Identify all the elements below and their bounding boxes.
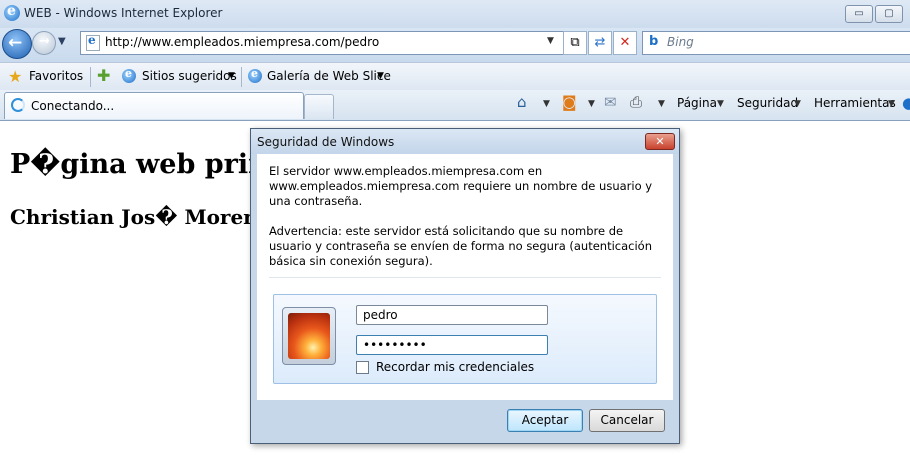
dialog-body: El servidor www.empleados.miempresa.com … [257, 154, 673, 400]
page-subheading: Christian Jos� Moreno [10, 205, 272, 229]
stop-icon[interactable]: ✕ [613, 31, 637, 55]
back-arrow-icon: ← [8, 33, 23, 53]
favorites-button[interactable]: Favoritos [29, 69, 83, 83]
minimize-button[interactable]: ▭ [845, 5, 873, 23]
chevron-down-icon[interactable]: ▼ [794, 99, 801, 109]
help-icon[interactable]: ● [902, 94, 910, 112]
internet-explorer-icon [4, 3, 20, 21]
accept-button[interactable]: Aceptar [507, 409, 583, 432]
tab-label: Conectando... [31, 99, 115, 113]
close-button[interactable]: ✕ [645, 133, 675, 150]
tab-command-bar: Conectando... ⌂ ▼ ◙ ▼ ✉ ⎙ ▼ Página ▼ Seg… [0, 90, 910, 121]
web-slice-gallery-button[interactable]: Galería de Web Slice [267, 69, 391, 83]
dialog-title-bar: Seguridad de Windows ✕ [251, 129, 679, 154]
favorites-bar: ★ Favoritos ✚ Sitios sugeridos ▼ Galería… [0, 62, 910, 91]
chevron-down-icon[interactable]: ▼ [377, 71, 384, 81]
back-button[interactable]: ← [2, 29, 32, 59]
favorites-star-icon[interactable]: ★ [8, 67, 22, 86]
search-input[interactable] [667, 33, 897, 51]
loading-icon [11, 98, 25, 112]
chevron-down-icon[interactable]: ▼ [228, 71, 235, 81]
chevron-down-icon[interactable]: ▼ [588, 99, 595, 109]
chevron-down-icon[interactable]: ▼ [543, 99, 550, 109]
navigation-bar: ← → ▼ e ▼ ⧉ ⇄ ✕ b [0, 28, 910, 62]
compatibility-view-icon[interactable]: ⧉ [563, 31, 587, 55]
page-heading: P�gina web princ [10, 149, 285, 180]
mail-icon[interactable]: ✉ [604, 93, 617, 111]
chevron-down-icon[interactable]: ▼ [658, 99, 665, 109]
flower-avatar-icon [288, 313, 330, 359]
chevron-down-icon[interactable]: ▼ [888, 99, 895, 109]
feeds-icon[interactable]: ◙ [562, 93, 577, 111]
search-box[interactable]: b [642, 31, 910, 55]
web-slice-icon [248, 67, 262, 83]
windows-security-dialog: Seguridad de Windows ✕ El servidor www.e… [250, 128, 680, 444]
address-bar[interactable]: e ▼ [80, 31, 564, 55]
dialog-title: Seguridad de Windows [257, 135, 395, 149]
cancel-button[interactable]: Cancelar [589, 409, 665, 432]
address-dropdown-icon[interactable]: ▼ [547, 36, 554, 46]
remember-credentials-checkbox[interactable] [356, 361, 369, 374]
print-icon[interactable]: ⎙ [630, 93, 642, 111]
divider [241, 67, 242, 87]
chevron-down-icon[interactable]: ▼ [717, 99, 724, 109]
address-input[interactable] [105, 33, 535, 51]
suggested-sites-button[interactable]: Sitios sugeridos [142, 69, 237, 83]
window-title: WEB - Windows Internet Explorer [24, 6, 223, 20]
password-field[interactable] [356, 335, 548, 355]
recent-pages-dropdown-icon[interactable]: ▼ [58, 36, 66, 47]
refresh-icon[interactable]: ⇄ [588, 31, 612, 55]
divider [269, 277, 661, 278]
remember-credentials-label[interactable]: Recordar mis credenciales [376, 360, 534, 374]
forward-arrow-icon: → [39, 34, 50, 49]
security-menu[interactable]: Seguridad [737, 96, 798, 110]
divider [90, 67, 91, 87]
server-message: El servidor www.empleados.miempresa.com … [269, 164, 653, 208]
page-menu[interactable]: Página [677, 96, 717, 110]
user-avatar [282, 307, 336, 365]
add-to-favorites-icon[interactable]: ✚ [97, 66, 110, 85]
dialog-button-row: Aceptar Cancelar [251, 400, 679, 443]
maximize-button[interactable]: ▢ [875, 5, 903, 23]
tools-menu[interactable]: Herramientas [814, 96, 896, 110]
title-bar: WEB - Windows Internet Explorer ▭ ▢ [0, 0, 910, 28]
new-tab-button[interactable] [304, 94, 334, 119]
username-field[interactable] [356, 305, 548, 325]
suggested-sites-icon [122, 67, 136, 83]
forward-button[interactable]: → [32, 31, 56, 55]
credential-panel: Recordar mis credenciales [273, 294, 657, 384]
warning-message: Advertencia: este servidor está solicita… [269, 224, 653, 268]
bing-icon: b [649, 34, 659, 49]
page-icon: e [86, 33, 100, 51]
home-icon[interactable]: ⌂ [517, 93, 527, 111]
tab-current[interactable]: Conectando... [4, 92, 304, 119]
